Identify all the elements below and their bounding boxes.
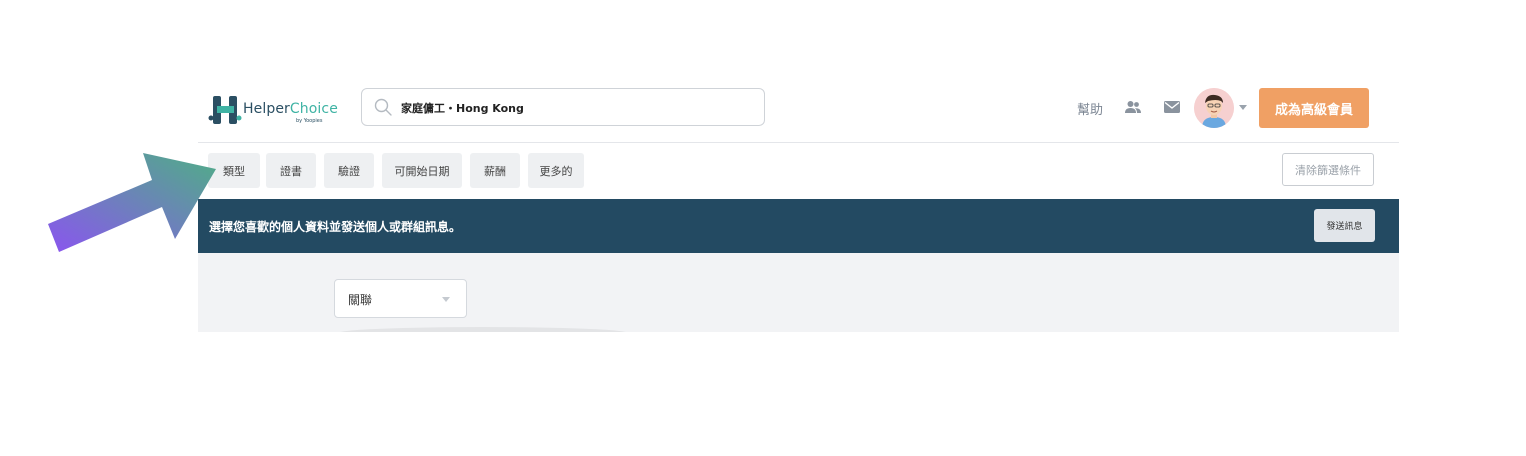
logo-mark-icon: [208, 96, 242, 124]
mail-icon[interactable]: [1164, 101, 1180, 113]
search-box[interactable]: 家庭傭工・Hong Kong: [361, 88, 765, 126]
top-header: HelperChoice by Yoopies 家庭傭工・Hong Kong 幫…: [198, 78, 1399, 143]
clear-filters-button[interactable]: 清除篩選條件: [1282, 153, 1374, 186]
send-message-button[interactable]: 發送訊息: [1314, 209, 1375, 242]
help-link[interactable]: 幫助: [1077, 99, 1103, 118]
avatar-illustration-icon: [1194, 88, 1234, 128]
logo-wordmark: HelperChoice: [243, 101, 338, 117]
filter-bar: 類型 證書 驗證 可開始日期 薪酬 更多的 清除篩選條件: [198, 143, 1399, 199]
app-frame: HelperChoice by Yoopies 家庭傭工・Hong Kong 幫…: [198, 78, 1399, 332]
filter-salary-chip[interactable]: 薪酬: [470, 153, 520, 188]
sort-selected-value: 關聯: [348, 293, 373, 307]
results-area: 關聯: [198, 253, 1399, 332]
chevron-down-icon: [442, 297, 450, 302]
chevron-down-icon[interactable]: [1239, 105, 1247, 110]
filter-certificate-chip[interactable]: 證書: [266, 153, 316, 188]
banner-text: 選擇您喜歡的個人資料並發送個人或群組訊息。: [209, 220, 462, 234]
become-premium-button[interactable]: 成為高級會員: [1259, 88, 1369, 128]
logo-text-main: Helper: [243, 101, 290, 117]
message-banner: 選擇您喜歡的個人資料並發送個人或群組訊息。 發送訊息: [198, 199, 1399, 253]
helperchoice-logo[interactable]: HelperChoice by Yoopies: [208, 93, 338, 127]
pointer-arrow-icon: [48, 153, 216, 252]
users-icon[interactable]: [1125, 100, 1141, 114]
filter-verification-chip[interactable]: 驗證: [324, 153, 374, 188]
filter-more-chip[interactable]: 更多的: [528, 153, 584, 188]
sort-select[interactable]: 關聯: [334, 279, 467, 318]
avatar[interactable]: [1194, 88, 1234, 128]
logo-byline: by Yoopies: [296, 118, 323, 124]
logo-text-accent: Choice: [289, 101, 338, 117]
search-icon: [374, 98, 392, 116]
search-input[interactable]: 家庭傭工・Hong Kong: [401, 100, 524, 116]
filter-start-date-chip[interactable]: 可開始日期: [382, 153, 462, 188]
card-shadow: [338, 327, 628, 332]
